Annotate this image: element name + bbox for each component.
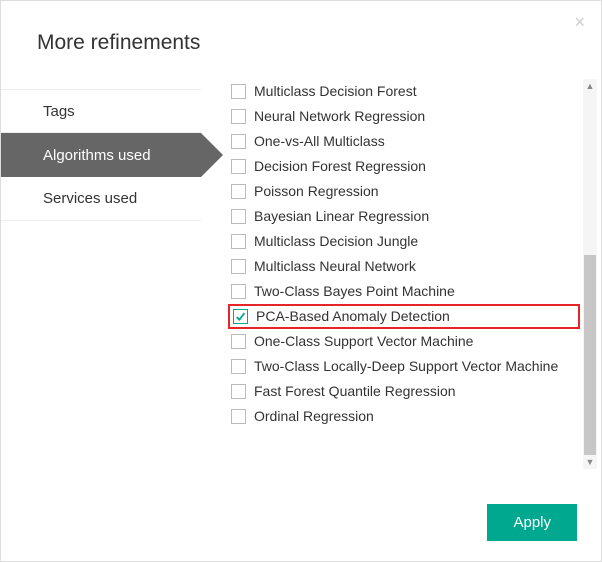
- checkbox[interactable]: [231, 184, 246, 199]
- checkbox[interactable]: [231, 109, 246, 124]
- item-label[interactable]: Ordinal Regression: [254, 408, 374, 425]
- checkbox[interactable]: [233, 309, 248, 324]
- checkbox[interactable]: [231, 234, 246, 249]
- options-list: Multiclass Decision Forest Neural Network…: [231, 79, 583, 469]
- dialog-footer: Apply: [487, 504, 577, 541]
- list-item: One-Class Support Vector Machine: [231, 329, 577, 354]
- options-panel: Multiclass Decision Forest Neural Network…: [201, 79, 601, 469]
- item-label[interactable]: Fast Forest Quantile Regression: [254, 383, 456, 400]
- dialog-content: Tags Algorithms used Services used Multicl…: [1, 79, 601, 469]
- list-item: Neural Network Regression: [231, 104, 577, 129]
- apply-button[interactable]: Apply: [487, 504, 577, 541]
- tab-algorithms-used[interactable]: Algorithms used: [1, 133, 201, 177]
- item-label[interactable]: Neural Network Regression: [254, 108, 425, 125]
- item-label[interactable]: Multiclass Neural Network: [254, 258, 416, 275]
- list-item: Two-Class Locally-Deep Support Vector Ma…: [231, 354, 577, 379]
- list-item: Bayesian Linear Regression: [231, 204, 577, 229]
- list-item: Multiclass Decision Forest: [231, 79, 577, 104]
- close-icon[interactable]: ×: [574, 13, 585, 31]
- tab-label: Algorithms used: [43, 147, 151, 164]
- item-label[interactable]: Multiclass Decision Jungle: [254, 233, 418, 250]
- checkbox[interactable]: [231, 134, 246, 149]
- sidebar: Tags Algorithms used Services used: [1, 79, 201, 469]
- dialog-title: More refinements: [1, 1, 601, 79]
- checkbox[interactable]: [231, 334, 246, 349]
- checkbox[interactable]: [231, 359, 246, 374]
- item-label[interactable]: Poisson Regression: [254, 183, 379, 200]
- tab-tags[interactable]: Tags: [1, 89, 201, 133]
- item-label[interactable]: Bayesian Linear Regression: [254, 208, 429, 225]
- checkbox[interactable]: [231, 159, 246, 174]
- list-item: Multiclass Decision Jungle: [231, 229, 577, 254]
- tab-label: Tags: [43, 103, 75, 120]
- tab-label: Services used: [43, 190, 137, 207]
- tab-services-used[interactable]: Services used: [1, 177, 201, 221]
- list-item: PCA-Based Anomaly Detection: [228, 304, 580, 329]
- item-label[interactable]: One-Class Support Vector Machine: [254, 333, 473, 350]
- item-label[interactable]: Multiclass Decision Forest: [254, 83, 417, 100]
- scroll-down-arrow[interactable]: ▼: [583, 455, 597, 469]
- list-item: Poisson Regression: [231, 179, 577, 204]
- item-label[interactable]: One-vs-All Multiclass: [254, 133, 385, 150]
- item-label[interactable]: PCA-Based Anomaly Detection: [256, 308, 450, 325]
- scroll-up-arrow[interactable]: ▲: [583, 79, 597, 93]
- list-item: Multiclass Neural Network: [231, 254, 577, 279]
- scroll-thumb[interactable]: [584, 255, 596, 455]
- list-item: Ordinal Regression: [231, 404, 577, 429]
- item-label[interactable]: Two-Class Locally-Deep Support Vector Ma…: [254, 358, 558, 375]
- scrollbar[interactable]: ▲ ▼: [583, 79, 597, 469]
- list-item: One-vs-All Multiclass: [231, 129, 577, 154]
- list-item: Two-Class Bayes Point Machine: [231, 279, 577, 304]
- checkbox[interactable]: [231, 259, 246, 274]
- list-item: Decision Forest Regression: [231, 154, 577, 179]
- checkbox[interactable]: [231, 84, 246, 99]
- checkbox[interactable]: [231, 409, 246, 424]
- item-label[interactable]: Decision Forest Regression: [254, 158, 426, 175]
- checkbox[interactable]: [231, 209, 246, 224]
- checkbox[interactable]: [231, 284, 246, 299]
- checkbox[interactable]: [231, 384, 246, 399]
- list-item: Fast Forest Quantile Regression: [231, 379, 577, 404]
- item-label[interactable]: Two-Class Bayes Point Machine: [254, 283, 455, 300]
